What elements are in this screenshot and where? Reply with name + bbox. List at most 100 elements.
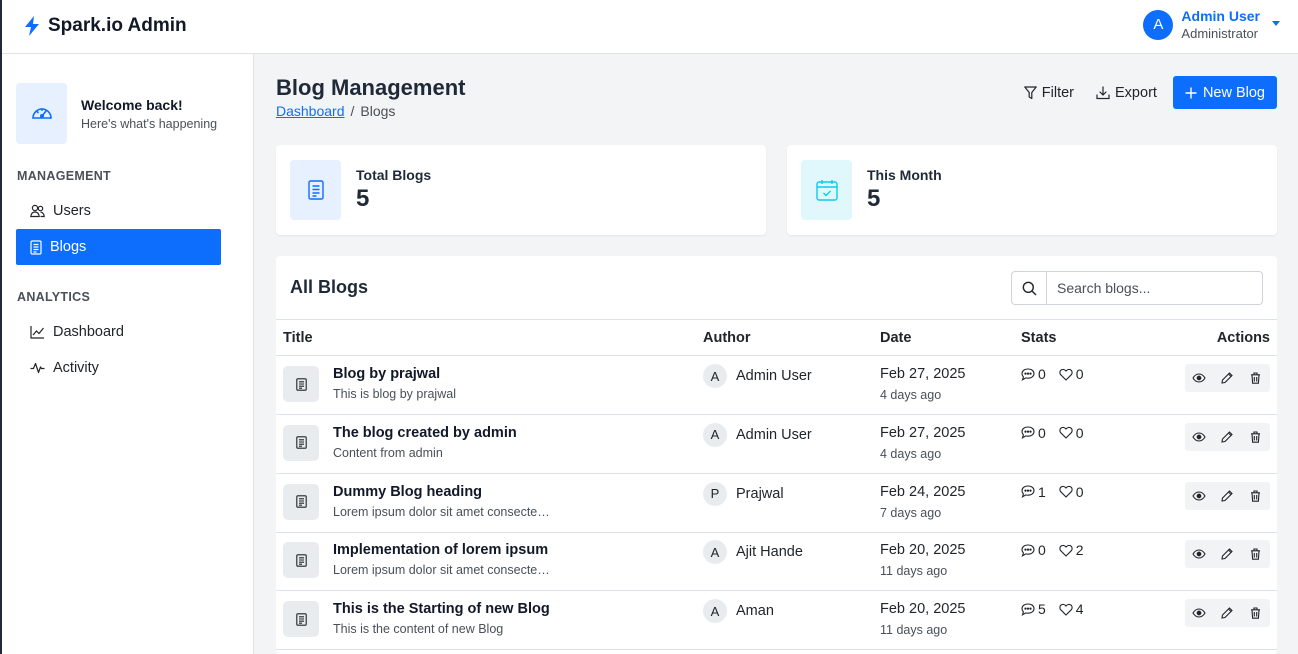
author-name: Ajit Hande	[736, 544, 803, 561]
stat-value: 5	[356, 185, 370, 212]
delete-button[interactable]	[1243, 600, 1269, 626]
like-count: 0	[1075, 366, 1084, 382]
blog-date: Feb 27, 2025	[880, 366, 966, 382]
blog-stats: 10	[1021, 484, 1097, 500]
row-actions	[1185, 599, 1270, 628]
trash-icon	[1250, 372, 1261, 384]
blog-title[interactable]: Blog by prajwal	[333, 366, 440, 382]
blog-stats: 02	[1021, 542, 1097, 558]
author-name: Prajwal	[736, 485, 784, 502]
view-button[interactable]	[1186, 483, 1212, 509]
trash-icon	[1250, 548, 1261, 561]
blog-date: Feb 27, 2025	[880, 424, 966, 441]
user-menu[interactable]: A Admin User Administrator	[1143, 8, 1280, 42]
like-count: 0	[1075, 424, 1084, 441]
stat-label: Total Blogs	[356, 167, 432, 183]
blog-relative-date: 11 days ago	[880, 564, 948, 579]
new-blog-button[interactable]: New Blog	[1172, 76, 1277, 109]
eye-icon	[1192, 608, 1206, 618]
delete-button[interactable]	[1243, 365, 1269, 391]
edit-button[interactable]	[1214, 600, 1240, 626]
comment-count: 1	[1038, 483, 1046, 500]
blog-title[interactable]: This is the Starting of new Blog	[333, 601, 550, 617]
page-actions: Filter Export New Blog	[1018, 76, 1277, 109]
new-blog-label: New Blog	[1202, 84, 1265, 101]
delete-button[interactable]	[1243, 541, 1269, 567]
search-group	[1011, 271, 1263, 305]
blog-excerpt: Content from admin	[333, 445, 443, 460]
edit-button[interactable]	[1214, 424, 1240, 450]
row-actions	[1185, 540, 1270, 569]
breadcrumb-dashboard-link[interactable]: Dashboard	[276, 103, 345, 119]
search-input[interactable]	[1047, 271, 1263, 305]
sidebar-item-blogs[interactable]: Blogs	[16, 229, 221, 265]
filter-button[interactable]: Filter	[1018, 76, 1080, 109]
view-button[interactable]	[1186, 424, 1212, 450]
caret-down-icon	[1272, 21, 1280, 27]
eye-icon	[1192, 549, 1206, 559]
search-button[interactable]	[1011, 271, 1047, 305]
view-button[interactable]	[1186, 541, 1212, 567]
edit-button[interactable]	[1214, 541, 1240, 567]
column-header-date[interactable]: Date	[880, 330, 911, 346]
trash-icon	[1250, 490, 1261, 502]
comment-count: 0	[1038, 424, 1046, 441]
blog-title[interactable]: Dummy Blog heading	[333, 484, 482, 500]
sidebar-item-users[interactable]: Users	[16, 193, 221, 229]
comment-icon	[1021, 426, 1035, 440]
section-heading-analytics: ANALYTICS	[17, 290, 91, 304]
export-button[interactable]: Export	[1090, 76, 1163, 109]
row-actions	[1185, 364, 1270, 392]
blog-date: Feb 24, 2025	[880, 483, 966, 500]
author-cell: P Prajwal	[703, 481, 784, 506]
author-cell: A Admin User	[703, 422, 812, 447]
sidebar-item-activity[interactable]: Activity	[16, 350, 221, 386]
users-icon	[30, 204, 45, 218]
view-button[interactable]	[1186, 365, 1212, 391]
author-cell: A Aman	[703, 599, 774, 624]
calendar-check-icon	[801, 160, 852, 220]
stat-card-this-month: This Month 5	[787, 145, 1277, 235]
pencil-icon	[1221, 431, 1234, 443]
blog-relative-date: 7 days ago	[880, 505, 942, 520]
user-name: Admin User	[1181, 8, 1260, 24]
blogs-card-title: All Blogs	[290, 277, 369, 297]
stat-value: 5	[867, 185, 881, 212]
delete-button[interactable]	[1243, 424, 1269, 450]
view-button[interactable]	[1186, 600, 1212, 626]
sidebar-item-label: Activity	[53, 360, 99, 376]
stat-card-total-blogs: Total Blogs 5	[276, 145, 766, 235]
edit-button[interactable]	[1214, 483, 1240, 509]
column-header-author[interactable]: Author	[703, 330, 751, 346]
blog-title[interactable]: The blog created by admin	[333, 425, 517, 441]
author-cell: A Ajit Hande	[703, 540, 803, 565]
page-title: Blog Management	[276, 75, 466, 100]
edit-button[interactable]	[1214, 365, 1240, 391]
sidebar-item-dashboard[interactable]: Dashboard	[16, 314, 221, 350]
stat-label: This Month	[867, 167, 942, 183]
blog-excerpt: This is the content of new Blog	[333, 622, 504, 637]
column-header-stats[interactable]: Stats	[1021, 330, 1056, 346]
search-icon	[1022, 281, 1037, 296]
comment-icon	[1021, 367, 1035, 381]
blog-title[interactable]: Implementation of lorem ipsum	[333, 542, 548, 558]
blog-relative-date: 11 days ago	[880, 623, 948, 638]
column-header-title[interactable]: Title	[283, 330, 313, 346]
blog-stats: 00	[1021, 425, 1097, 441]
comment-count: 0	[1038, 366, 1046, 382]
eye-icon	[1192, 373, 1206, 383]
breadcrumb: Dashboard / Blogs	[276, 103, 395, 119]
blog-excerpt: Lorem ipsum dolor sit amet consecte…	[333, 504, 550, 519]
comment-count: 5	[1038, 601, 1046, 618]
breadcrumb-current: Blogs	[360, 103, 396, 119]
comment-count: 0	[1038, 542, 1046, 559]
like-count: 4	[1075, 601, 1084, 618]
blog-excerpt: Lorem ipsum dolor sit amet consecte…	[333, 563, 550, 578]
trash-icon	[1250, 607, 1261, 619]
heart-icon	[1059, 485, 1073, 498]
brand[interactable]: Spark.io Admin	[24, 15, 187, 37]
blog-relative-date: 4 days ago	[880, 446, 942, 461]
filter-label: Filter	[1041, 84, 1075, 101]
comment-icon	[1021, 603, 1035, 616]
delete-button[interactable]	[1243, 483, 1269, 509]
